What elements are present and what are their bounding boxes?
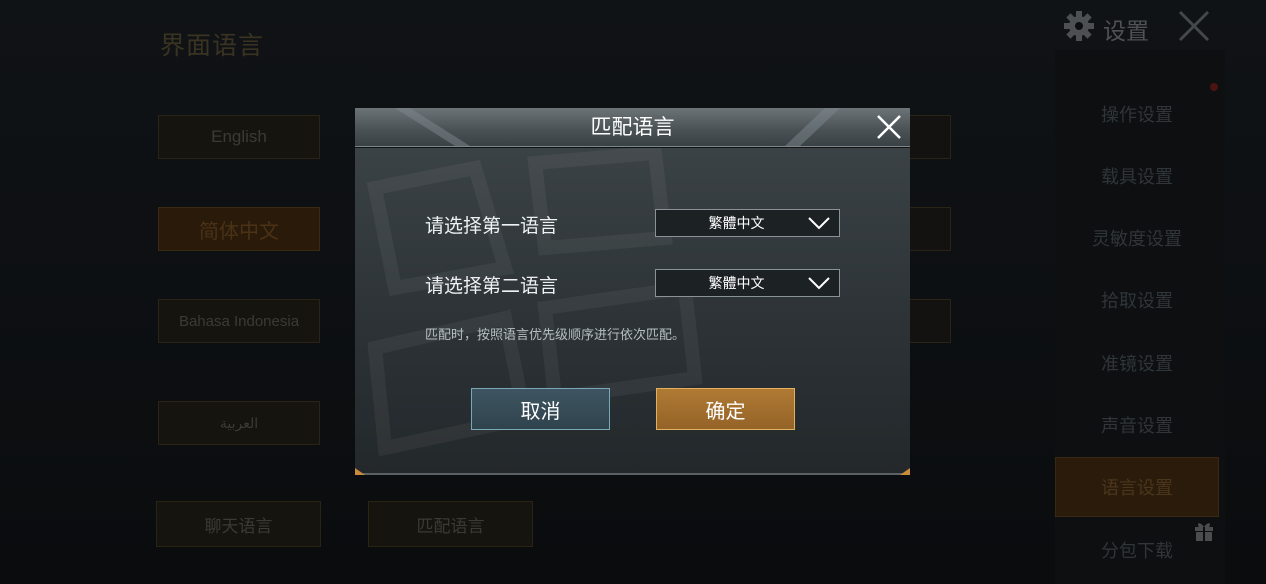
chevron-down-icon	[808, 277, 830, 290]
language-option-english: English	[158, 115, 320, 159]
chat-language-button: 聊天语言	[156, 501, 321, 547]
language-option-indonesian: Bahasa Indonesia	[158, 299, 320, 343]
dialog-title: 匹配语言	[590, 115, 675, 139]
match-language-dialog: 匹配语言 请选择第一语言 繁體中文 请选择第二语言 繁體中文 匹配时，按照语言优…	[355, 108, 910, 475]
chevron-down-icon	[808, 217, 830, 230]
watermark-logo	[366, 148, 703, 457]
first-language-select[interactable]: 繁體中文	[655, 209, 840, 237]
language-option-arabic: العربية	[158, 401, 320, 445]
match-rule-note: 匹配时，按照语言优先级顺序进行依次匹配。	[425, 328, 686, 343]
settings-title: 设置	[1103, 19, 1149, 45]
first-language-value: 繁體中文	[708, 216, 765, 232]
sidebar-item-controls: 操作设置	[1101, 105, 1173, 126]
match-language-button: 匹配语言	[368, 501, 533, 547]
sidebar-item-sensitivity: 灵敏度设置	[1092, 229, 1182, 250]
first-language-label: 请选择第一语言	[425, 215, 559, 237]
close-icon[interactable]	[872, 110, 906, 144]
second-language-label: 请选择第二语言	[425, 275, 559, 297]
gear-icon	[1064, 11, 1094, 41]
dialog-corner-accent	[900, 468, 910, 475]
cancel-button[interactable]: 取消	[471, 388, 610, 430]
sidebar-item-scope: 准镜设置	[1101, 354, 1173, 375]
interface-language-title: 界面语言	[160, 31, 265, 60]
sidebar-item-vehicle: 载具设置	[1101, 167, 1173, 188]
dialog-corner-accent	[355, 468, 365, 475]
dialog-body: 请选择第一语言 繁體中文 请选择第二语言 繁體中文 匹配时，按照语言优先级顺序进…	[355, 148, 910, 475]
dialog-bottom-border	[355, 473, 910, 475]
second-language-value: 繁體中文	[708, 276, 765, 292]
sidebar-item-pickup: 拾取设置	[1101, 291, 1173, 312]
dialog-header: 匹配语言	[355, 108, 910, 147]
second-language-select[interactable]: 繁體中文	[655, 269, 840, 297]
gift-icon	[1195, 523, 1213, 541]
close-icon	[1178, 10, 1210, 42]
sidebar-item-language: 语言设置	[1055, 457, 1219, 517]
language-option-simplified-chinese: 简体中文	[158, 207, 320, 251]
sidebar-item-sound: 声音设置	[1101, 416, 1173, 437]
confirm-button[interactable]: 确定	[656, 388, 795, 430]
